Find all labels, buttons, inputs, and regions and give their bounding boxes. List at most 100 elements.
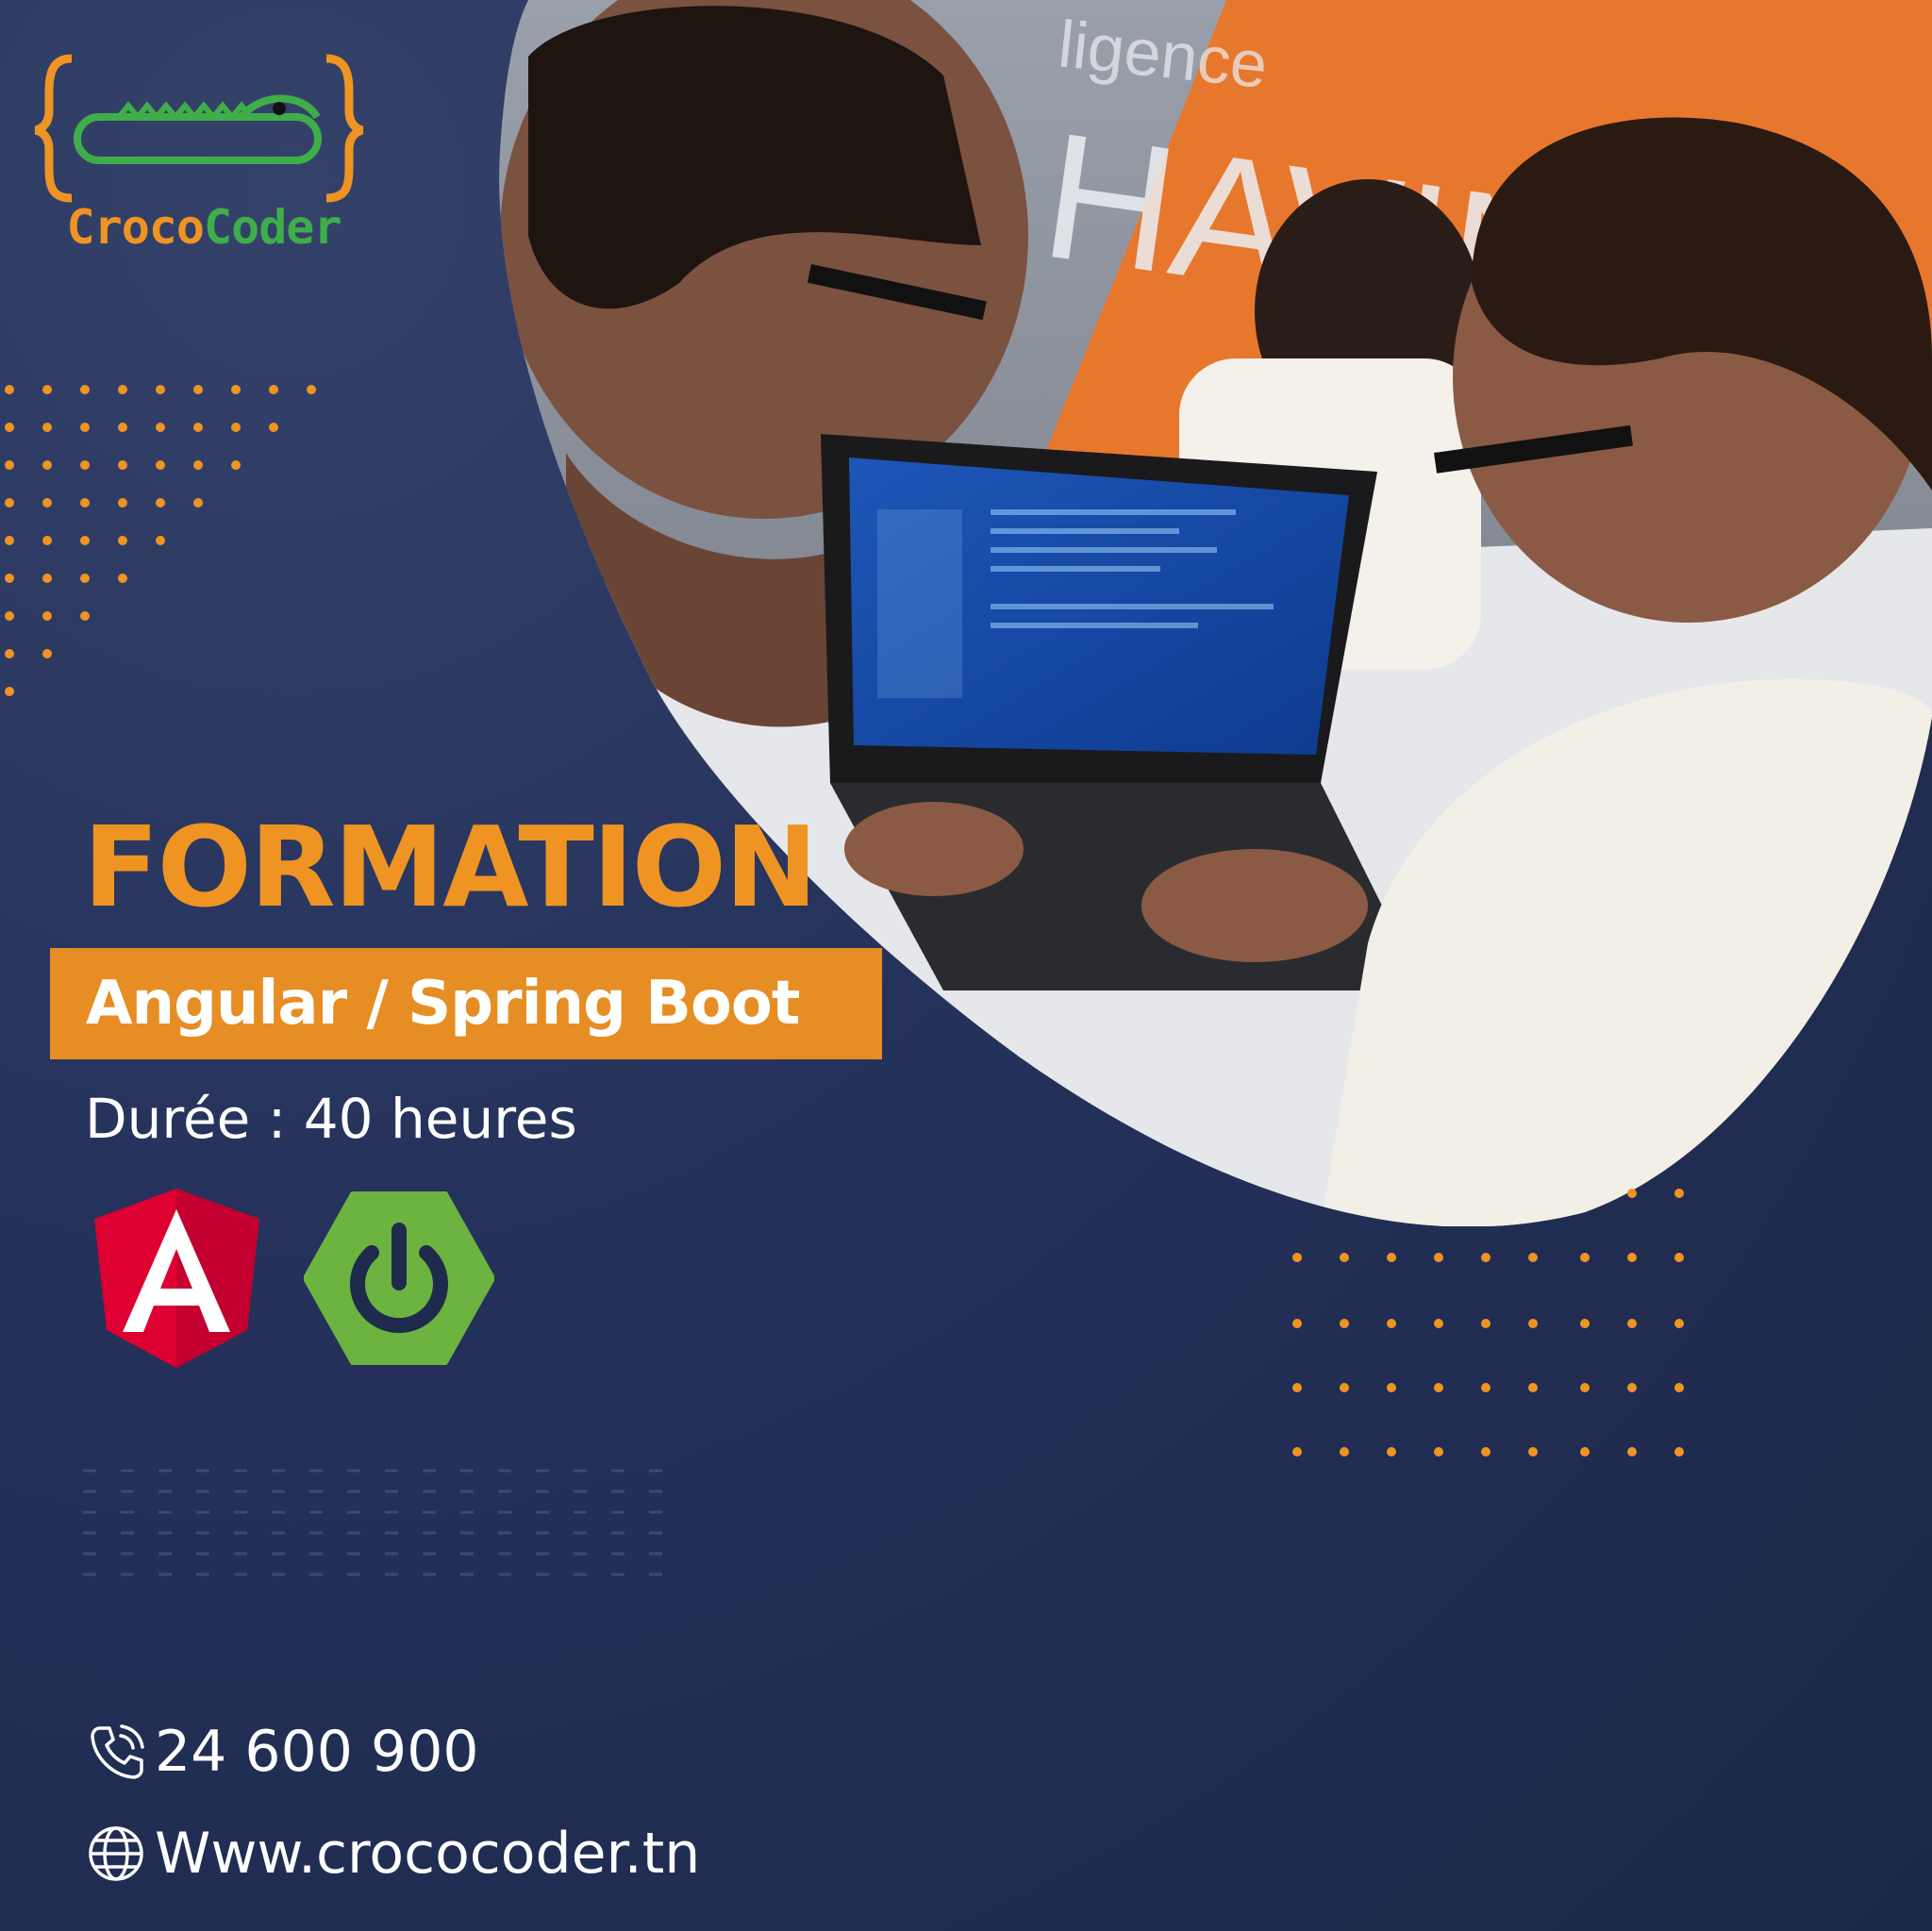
dot — [5, 498, 14, 508]
dot — [118, 385, 127, 394]
phone-number: 24 600 900 — [155, 1719, 479, 1785]
dot — [1674, 1189, 1684, 1198]
dot — [1627, 1383, 1637, 1392]
wall-text-having: HAVING — [1032, 95, 1727, 387]
dot — [1674, 1253, 1684, 1262]
dot — [80, 574, 90, 583]
dot — [42, 460, 52, 470]
dot — [156, 423, 165, 432]
globe-icon — [89, 1826, 143, 1881]
dot — [118, 574, 127, 583]
dot — [231, 423, 241, 432]
dot — [80, 536, 90, 545]
dot — [1340, 1447, 1349, 1457]
dot — [1528, 1383, 1538, 1392]
dot — [1434, 1383, 1443, 1392]
dot — [231, 385, 241, 394]
dot — [5, 385, 14, 394]
dot — [80, 460, 90, 470]
dot — [42, 536, 52, 545]
dot — [5, 460, 14, 470]
dot — [1580, 1447, 1590, 1457]
dot — [118, 536, 127, 545]
dot — [1627, 1189, 1637, 1198]
dot — [269, 385, 278, 394]
dot — [42, 385, 52, 394]
dot — [193, 385, 203, 394]
dot — [156, 536, 165, 545]
wall-text-ligence: ligence — [1055, 7, 1271, 102]
duration-text: Durée : 40 heures — [85, 1087, 577, 1151]
dot — [156, 385, 165, 394]
phone-contact[interactable]: 24 600 900 — [87, 1719, 479, 1785]
dot — [1481, 1383, 1491, 1392]
website-url: Www.crococoder.tn — [155, 1821, 701, 1887]
dot — [193, 498, 203, 508]
dot — [1627, 1319, 1637, 1328]
dot — [1292, 1319, 1302, 1328]
dot — [1340, 1319, 1349, 1328]
dot — [1292, 1253, 1302, 1262]
dot — [307, 385, 316, 394]
dot — [1434, 1253, 1443, 1262]
dot — [1580, 1383, 1590, 1392]
dot — [1481, 1253, 1491, 1262]
dot — [1528, 1253, 1538, 1262]
dot — [118, 423, 127, 432]
dot — [5, 611, 14, 621]
dot — [193, 460, 203, 470]
dot — [42, 611, 52, 621]
dot — [1580, 1253, 1590, 1262]
crococoder-logo: CrocoCoder — [34, 49, 374, 266]
dot — [42, 423, 52, 432]
dot — [80, 385, 90, 394]
dot — [1292, 1447, 1302, 1457]
dot — [118, 460, 127, 470]
dot — [1387, 1447, 1396, 1457]
dot — [5, 574, 14, 583]
dot — [1481, 1319, 1491, 1328]
dot — [80, 423, 90, 432]
dot — [1434, 1319, 1443, 1328]
dot — [1674, 1447, 1684, 1457]
crocodile-braces-icon — [34, 54, 364, 203]
dot — [156, 460, 165, 470]
dot — [5, 687, 14, 696]
dot — [80, 611, 90, 621]
dot — [1674, 1383, 1684, 1392]
logo-wordmark: CrocoCoder — [66, 200, 341, 255]
headline: FORMATION — [83, 802, 818, 932]
dot — [156, 498, 165, 508]
course-title: Angular / Spring Boot — [86, 969, 800, 1039]
dot — [1627, 1447, 1637, 1457]
dot — [5, 423, 14, 432]
dot — [269, 423, 278, 432]
dot — [42, 574, 52, 583]
dot — [1340, 1253, 1349, 1262]
phone-icon — [91, 1724, 144, 1779]
dot — [118, 498, 127, 508]
spring-boot-icon — [304, 1191, 494, 1365]
dot — [1387, 1383, 1396, 1392]
poster: HAVING ligence CrocoCoder FORMATION Angu… — [0, 0, 1932, 1931]
dot — [80, 498, 90, 508]
decorative-dashed-lines — [83, 1469, 668, 1576]
angular-icon — [94, 1189, 259, 1368]
dot — [42, 649, 52, 658]
dot — [1674, 1319, 1684, 1328]
dot — [1387, 1319, 1396, 1328]
dot — [1580, 1319, 1590, 1328]
dot — [1387, 1253, 1396, 1262]
dot — [193, 423, 203, 432]
course-title-banner: Angular / Spring Boot — [50, 948, 882, 1059]
dot — [1528, 1447, 1538, 1457]
website-contact[interactable]: Www.crococoder.tn — [87, 1821, 700, 1887]
dot — [1627, 1253, 1637, 1262]
dot — [1340, 1383, 1349, 1392]
dot — [231, 460, 241, 470]
dot — [1434, 1447, 1443, 1457]
dot — [5, 649, 14, 658]
dot — [1481, 1447, 1491, 1457]
dot — [42, 498, 52, 508]
dot — [1292, 1383, 1302, 1392]
